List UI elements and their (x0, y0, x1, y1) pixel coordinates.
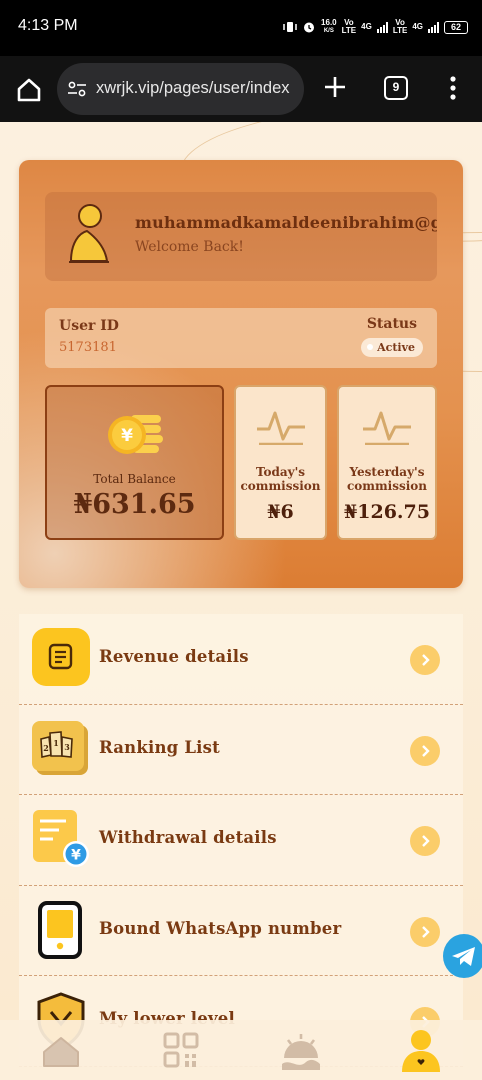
status-label: Status (366, 316, 417, 332)
browser-toolbar: xwrjk.vip/pages/user/index 9 (0, 56, 482, 122)
telegram-button[interactable] (443, 934, 482, 978)
today-commission-label-line2: commission (240, 479, 321, 493)
svg-text:3: 3 (64, 742, 70, 752)
status-time: 4:13 PM (18, 17, 78, 34)
phone-icon (38, 900, 82, 959)
sim1-volte: Vo LTE (342, 19, 357, 35)
sim1-net-label: 4G (361, 22, 372, 31)
home-icon[interactable] (14, 75, 44, 105)
menu-item-revenue-details[interactable]: Revenue details (19, 614, 463, 705)
pulse-chart-icon (256, 411, 305, 445)
page-content: muhammadkamaldeenibrahim@gmail.com Welco… (0, 122, 482, 1080)
sim2-volte: Vo LTE (393, 19, 408, 35)
profile-card: muhammadkamaldeenibrahim@gmail.com Welco… (19, 160, 463, 588)
podium-icon: 2 1 3 (32, 720, 88, 775)
status-badge: Active (361, 338, 423, 357)
site-settings-icon[interactable] (67, 79, 87, 99)
url-text[interactable]: xwrjk.vip/pages/user/index (96, 79, 290, 98)
yesterday-commission-label-line2: commission (346, 479, 428, 493)
menu-item-withdrawal-details[interactable]: ¥ Withdrawal details (19, 795, 463, 886)
sim1-lte-label: LTE (341, 26, 357, 35)
sim2-net-label: 4G (412, 22, 423, 31)
status-icons: 16.0 K/S Vo LTE 4G Vo LTE 4G 62 (283, 16, 468, 38)
yesterday-commission-value: ₦126.75 (344, 501, 430, 523)
menu-item-ranking-list[interactable]: 2 1 3 Ranking List (19, 705, 463, 795)
more-menu-icon[interactable] (443, 74, 463, 102)
sim2-lte-label: LTE (392, 26, 408, 35)
bottom-nav (0, 1020, 482, 1080)
qr-code-icon[interactable] (158, 1028, 204, 1074)
menu-item-label: Withdrawal details (99, 828, 277, 847)
user-icon[interactable] (398, 1028, 444, 1074)
avatar-icon (69, 204, 109, 263)
signal-2-icon (428, 21, 439, 33)
yesterday-commission-label-line1: Yesterday's (349, 465, 425, 479)
user-id-value: 5173181 (59, 340, 117, 355)
welcome-text: Welcome Back! (135, 239, 244, 255)
menu-item-label: Revenue details (99, 647, 249, 666)
total-balance-label: Total Balance (93, 472, 176, 486)
total-balance-card[interactable]: ¥ Total Balance ₦631.65 (45, 385, 224, 540)
coin-stack-icon: ¥ (108, 415, 163, 454)
today-commission-card[interactable]: Today's commission ₦6 (234, 385, 327, 540)
new-tab-icon[interactable] (322, 74, 348, 100)
chevron-right-icon[interactable] (410, 735, 440, 766)
home-icon[interactable] (38, 1028, 84, 1074)
sim2-network: 4G (412, 23, 423, 31)
signal-1-icon (376, 21, 388, 33)
speed-unit: K/S (323, 28, 334, 34)
sunrise-icon[interactable] (278, 1028, 324, 1074)
battery-icon: 62 (444, 20, 468, 34)
chevron-right-icon[interactable] (410, 826, 440, 856)
menu-item-label: Bound WhatsApp number (99, 918, 342, 938)
menu-list: Revenue details 2 1 3 Ranking List ¥ Wit… (19, 614, 463, 1067)
speed-value: 16.0 (321, 18, 337, 27)
user-id-panel: User ID 5173181 Status Active (45, 308, 437, 368)
chevron-right-icon[interactable] (410, 645, 440, 675)
tab-switcher-button[interactable]: 9 (384, 76, 408, 100)
total-balance-value: ₦631.65 (73, 489, 196, 520)
svg-text:¥: ¥ (121, 426, 133, 446)
menu-item-bound-whatsapp-number[interactable]: Bound WhatsApp number (19, 886, 463, 976)
svg-text:¥: ¥ (71, 848, 81, 864)
status-bar: 4:13 PM 16.0 K/S Vo LTE 4G Vo LTE 4G 62 (0, 0, 482, 56)
today-commission-label-line1: Today's (255, 465, 306, 479)
svg-text:2: 2 (43, 743, 49, 753)
today-commission-label: Today's commission (236, 465, 325, 493)
telegram-icon (452, 947, 475, 966)
pulse-chart-icon (363, 411, 411, 445)
today-commission-value: ₦6 (267, 501, 294, 523)
yuan-receipt-icon: ¥ (33, 810, 89, 867)
sim1-network: 4G (361, 23, 372, 31)
network-speed: 16.0 K/S (321, 19, 337, 35)
alarm-icon (304, 22, 315, 33)
username: muhammadkamaldeenibrahim@gmail.com (135, 213, 437, 232)
document-list-icon (32, 628, 90, 686)
address-bar[interactable]: xwrjk.vip/pages/user/index (57, 63, 304, 115)
status-value: Active (377, 341, 415, 354)
chevron-right-icon[interactable] (410, 916, 440, 947)
yesterday-commission-card[interactable]: Yesterday's commission ₦126.75 (337, 385, 437, 540)
user-info: muhammadkamaldeenibrahim@gmail.com Welco… (45, 192, 437, 281)
status-dot-icon (367, 344, 374, 350)
vibrate-icon (283, 22, 297, 32)
svg-text:1: 1 (53, 738, 59, 748)
yesterday-commission-label: Yesterday's commission (339, 465, 435, 493)
menu-item-label: Ranking List (99, 737, 220, 757)
user-id-label: User ID (59, 318, 119, 334)
